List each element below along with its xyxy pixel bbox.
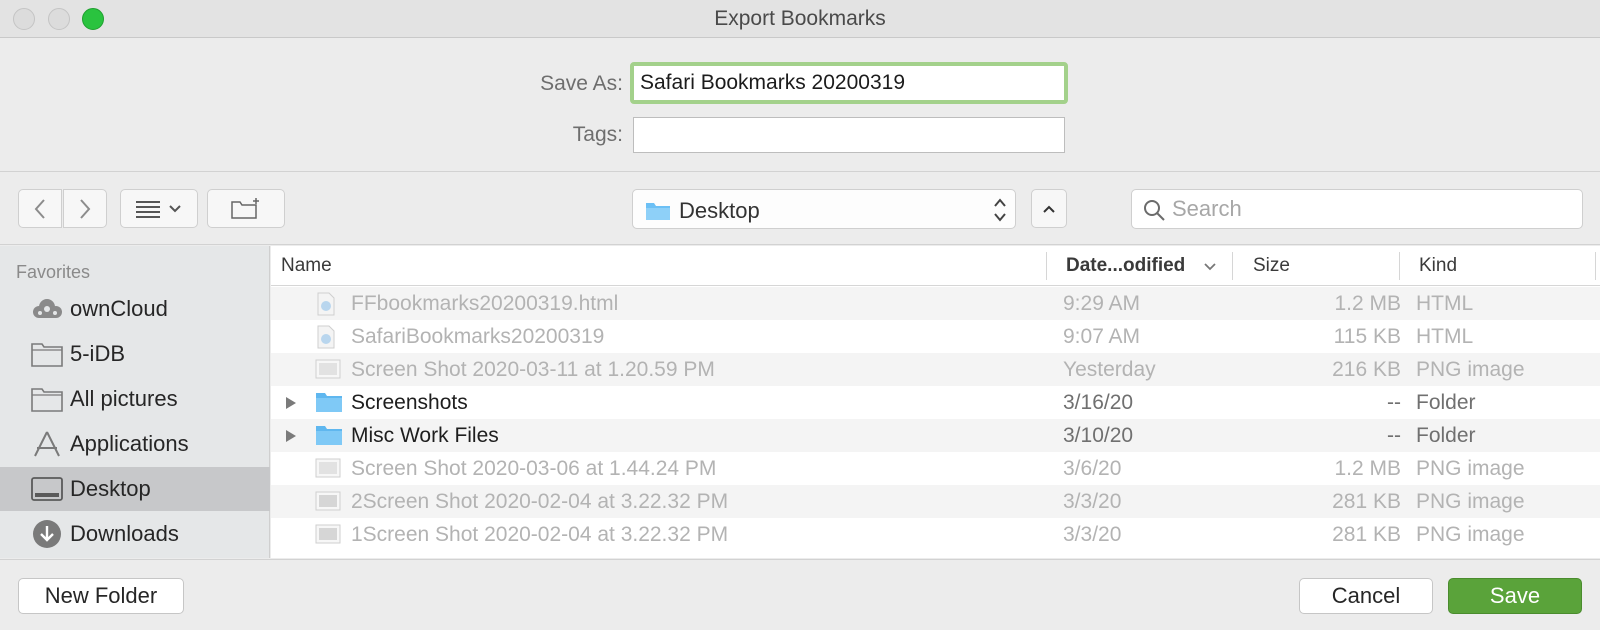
folder-icon <box>316 393 342 412</box>
list-view-icon <box>136 200 160 218</box>
sidebar-heading: Favorites <box>16 262 91 282</box>
column-kind[interactable]: Kind <box>1419 246 1457 286</box>
folder-icon <box>646 203 670 220</box>
sidebar-item-desktop[interactable]: Desktop <box>0 467 270 511</box>
file-list: Name Date...odified Size Kind FFbookmark… <box>271 246 1600 558</box>
folder-row-screenshots[interactable]: Screenshots 3/16/20 -- Folder <box>271 386 1600 419</box>
file-row[interactable]: Screen Shot 2020-03-11 at 1.20.59 PM Yes… <box>271 353 1600 386</box>
folder-icon <box>30 385 64 413</box>
forward-button[interactable] <box>63 189 107 228</box>
location-label: Desktop <box>679 198 760 223</box>
downloads-icon <box>30 520 64 548</box>
sidebar-item-all-pictures[interactable]: All pictures <box>0 377 270 421</box>
chevron-right-icon <box>80 198 91 219</box>
sidebar-item-label: Desktop <box>70 476 151 501</box>
search-input[interactable] <box>1172 194 1572 224</box>
tags-label: Tags: <box>572 123 623 146</box>
back-button[interactable] <box>18 189 62 228</box>
window-title: Export Bookmarks <box>714 7 886 30</box>
file-row[interactable]: 1Screen Shot 2020-02-04 at 3.22.32 PM 3/… <box>271 518 1600 551</box>
expand-collapse-button[interactable] <box>1031 189 1067 228</box>
column-name[interactable]: Name <box>281 246 332 286</box>
sidebar-item-label: 5-iDB <box>70 341 126 366</box>
new-folder-button[interactable]: New Folder <box>18 578 184 614</box>
file-row[interactable]: Screen Shot 2020-03-06 at 1.44.24 PM 3/6… <box>271 452 1600 485</box>
disclosure-triangle-icon[interactable] <box>285 396 297 410</box>
image-file-icon <box>315 359 341 379</box>
save-button[interactable]: Save <box>1448 578 1582 614</box>
column-header: Name Date...odified Size Kind <box>271 246 1600 286</box>
folder-row-misc-work-files[interactable]: Misc Work Files 3/10/20 -- Folder <box>271 419 1600 452</box>
html-file-icon <box>317 325 335 349</box>
sidebar-item-owncloud[interactable]: ownCloud <box>0 287 270 331</box>
search-field[interactable] <box>1131 189 1583 229</box>
disclosure-triangle-icon[interactable] <box>285 429 297 443</box>
desktop-icon <box>30 475 64 503</box>
chevron-up-icon <box>1043 205 1055 213</box>
file-row[interactable]: FFbookmarks20200319.html 9:29 AM 1.2 MB … <box>271 287 1600 320</box>
save-as-panel: Save As: Tags: <box>0 38 1600 172</box>
column-divider[interactable] <box>1232 252 1233 280</box>
save-as-input[interactable] <box>630 62 1068 104</box>
chevron-down-icon <box>169 204 181 212</box>
applications-icon <box>30 430 64 458</box>
search-icon <box>1144 200 1165 221</box>
column-size[interactable]: Size <box>1253 246 1290 286</box>
toolbar: Desktop <box>0 173 1600 245</box>
image-file-icon <box>315 491 341 511</box>
bottom-bar: New Folder Cancel Save <box>0 559 1600 630</box>
save-as-label: Save As: <box>540 72 623 95</box>
sidebar-item-label: All pictures <box>70 386 178 411</box>
chevron-left-icon <box>34 198 45 219</box>
sidebar-item-downloads[interactable]: Downloads <box>0 512 270 556</box>
view-options-button[interactable] <box>120 189 198 228</box>
column-date-modified[interactable]: Date...odified <box>1066 246 1185 286</box>
folder-icon <box>316 426 342 445</box>
folder-icon <box>30 340 64 368</box>
sidebar-item-applications[interactable]: Applications <box>0 422 270 466</box>
column-divider[interactable] <box>1046 252 1047 280</box>
updown-arrows-icon <box>994 198 1006 222</box>
sidebar-item-label: ownCloud <box>70 296 168 321</box>
image-file-icon <box>315 524 341 544</box>
column-divider[interactable] <box>1399 252 1400 280</box>
column-divider[interactable] <box>1595 252 1596 280</box>
cloud-icon <box>30 295 64 323</box>
file-row[interactable]: SafariBookmarks20200319 9:07 AM 115 KB H… <box>271 320 1600 353</box>
cancel-button[interactable]: Cancel <box>1299 578 1433 614</box>
image-file-icon <box>315 458 341 478</box>
sidebar-item-5-idb[interactable]: 5-iDB <box>0 332 270 376</box>
file-row[interactable]: 2Screen Shot 2020-02-04 at 3.22.32 PM 3/… <box>271 485 1600 518</box>
tags-input[interactable] <box>633 117 1065 153</box>
sidebar-item-label: Applications <box>70 431 189 456</box>
location-popup[interactable]: Desktop <box>632 189 1016 229</box>
new-folder-toolbar-button[interactable] <box>207 189 285 228</box>
sort-chevron-down-icon <box>1204 263 1216 271</box>
title-bar: Export Bookmarks <box>0 0 1600 38</box>
new-folder-icon <box>231 197 259 219</box>
sidebar-item-label: Downloads <box>70 521 179 546</box>
sidebar: Favorites ownCloud 5-iDB All pictures Ap… <box>0 246 270 558</box>
html-file-icon <box>317 292 335 316</box>
